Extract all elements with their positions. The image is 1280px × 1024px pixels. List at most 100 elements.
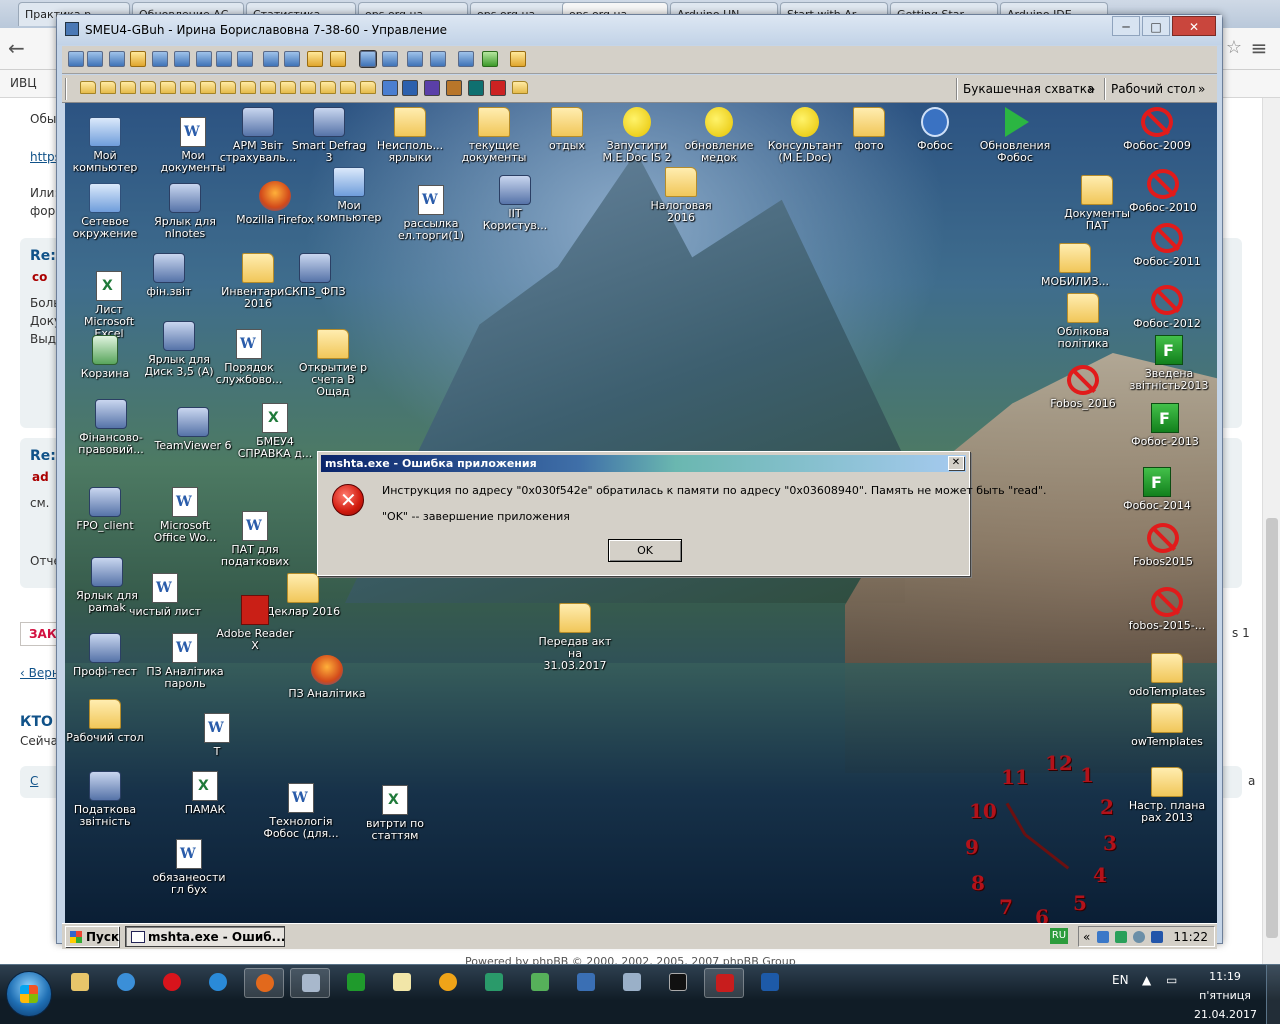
chat-icon[interactable]: [174, 51, 190, 67]
maximize-button[interactable]: □: [1142, 16, 1170, 36]
desktop-icon[interactable]: Передав акт на 31.03.2017: [535, 603, 615, 672]
lock-icon[interactable]: [307, 51, 323, 67]
error-dialog-titlebar[interactable]: mshta.exe - Ошибка приложения ✕: [321, 455, 966, 472]
app-icon-2[interactable]: [402, 80, 418, 96]
taskbar-cmd[interactable]: [658, 968, 698, 998]
desktop-icon[interactable]: Порядок службово...: [209, 329, 289, 386]
console-icon[interactable]: [109, 51, 125, 67]
desktop-icon[interactable]: owTemplates: [1127, 703, 1207, 748]
desktop-icon[interactable]: TeamViewer 6: [153, 407, 233, 452]
desktop-icon[interactable]: Ярлык для Диск 3,5 (A): [139, 321, 219, 378]
folder-icon[interactable]: [120, 81, 136, 94]
bookmark-ivc[interactable]: ИВЦ: [10, 76, 37, 90]
page-scroll-thumb[interactable]: [1266, 518, 1278, 938]
power-icon[interactable]: [130, 51, 146, 67]
taskbar-chat[interactable]: [520, 968, 560, 998]
desktop-icon[interactable]: Фобос-2012: [1127, 285, 1207, 330]
desktop-icon[interactable]: Облікова політика: [1043, 293, 1123, 350]
desktop-icon[interactable]: ПАТ для податкових: [215, 511, 295, 568]
desktop-icon[interactable]: Зведена звітність2013: [1129, 335, 1209, 392]
desktop-icon[interactable]: Ярлык для nlnotes: [145, 183, 225, 240]
folder-icon[interactable]: [140, 81, 156, 94]
folder-icon[interactable]: [280, 81, 296, 94]
taskbar-chrome[interactable]: [106, 968, 146, 998]
star-icon[interactable]: ☆: [1226, 37, 1242, 58]
desktop-icon[interactable]: чистый лист: [125, 573, 205, 618]
show-desktop-button[interactable]: [1266, 965, 1280, 1024]
ok-button[interactable]: OK: [608, 539, 682, 562]
folder-icon[interactable]: [260, 81, 276, 94]
language-indicator[interactable]: RU: [1050, 928, 1068, 944]
desktop-icon[interactable]: Обновления Фобос: [975, 107, 1055, 164]
taskbar-app-eye[interactable]: [474, 968, 514, 998]
folder-icon[interactable]: [340, 81, 356, 94]
desktop-icon[interactable]: Microsoft Office Wo...: [145, 487, 225, 544]
app-icon-1[interactable]: [382, 80, 398, 96]
desktop-icon[interactable]: Профі-тест: [65, 633, 145, 678]
window-icon[interactable]: [87, 51, 103, 67]
folder-icon[interactable]: [240, 81, 256, 94]
download-icon[interactable]: [284, 51, 300, 67]
desktop-icon[interactable]: Податкова звітність: [65, 771, 145, 828]
desktop-icon[interactable]: Фобос-2011: [1127, 223, 1207, 268]
desktop-icon[interactable]: рассылка ел.торги(1): [391, 185, 471, 242]
desktop-icon[interactable]: Fobos2015: [1123, 523, 1203, 568]
desktop-icon[interactable]: odoTemplates: [1127, 653, 1207, 698]
key-icon[interactable]: [330, 51, 346, 67]
taskbar-app-blue[interactable]: [566, 968, 606, 998]
display-icon[interactable]: [430, 51, 446, 67]
scale-icon[interactable]: [382, 51, 398, 67]
desktop-icon[interactable]: Adobe Reader X: [215, 595, 295, 652]
folder-icon[interactable]: [360, 81, 376, 94]
folder-icon[interactable]: [220, 81, 236, 94]
error-dialog-close-button[interactable]: ✕: [948, 456, 964, 470]
taskbar-explorer[interactable]: [60, 968, 100, 998]
desktop-icon[interactable]: Smart Defrag 3: [289, 107, 369, 164]
taskbar-settings[interactable]: [612, 968, 652, 998]
desktop-icon[interactable]: fobos-2015-...: [1127, 587, 1207, 632]
remote-start-button[interactable]: Пуск: [65, 926, 119, 947]
desktop-icon[interactable]: Открытие р счета В Ощад: [293, 329, 373, 398]
back-arrow-icon[interactable]: ←: [8, 36, 34, 62]
page-scrollbar[interactable]: [1262, 98, 1280, 964]
taskbar-notes[interactable]: [382, 968, 422, 998]
tray-expand-arrow[interactable]: ▲: [1142, 973, 1151, 987]
desktop-icon[interactable]: Фобос-2014: [1117, 467, 1197, 512]
app-icon-3[interactable]: [446, 80, 462, 96]
view-icon[interactable]: [407, 51, 423, 67]
desktop-icon[interactable]: Фобос-2009: [1117, 107, 1197, 152]
desktop-icon[interactable]: БМЕУ4 СПРАВКА д...: [235, 403, 315, 460]
desktop-icon[interactable]: МОБИЛИЗ...: [1035, 243, 1115, 288]
folder-icon[interactable]: [180, 81, 196, 94]
hamburger-menu-icon[interactable]: ≡: [1246, 36, 1272, 62]
taskbar-remote-admin[interactable]: [290, 968, 330, 998]
folder-icon[interactable]: [300, 81, 316, 94]
folder-icon[interactable]: [512, 81, 528, 94]
desktop-icon[interactable]: Mozilla Firefox: [235, 181, 315, 226]
desktop-icon[interactable]: Т: [177, 713, 257, 758]
phone-icon[interactable]: [196, 51, 212, 67]
transfer-icon[interactable]: [152, 51, 168, 67]
desktop-icon[interactable]: ПАМАК: [165, 771, 245, 816]
disconnect-icon[interactable]: [510, 51, 526, 67]
desktop-icon[interactable]: фін.звіт: [129, 253, 209, 298]
desktop-icon[interactable]: обновление медок: [679, 107, 759, 164]
desktop-icon[interactable]: Налоговая 2016: [641, 167, 721, 224]
app-icon-4[interactable]: [468, 80, 484, 96]
desktop-icon[interactable]: Фінансово-правовий...: [71, 399, 151, 456]
language-switch[interactable]: EN: [1112, 973, 1129, 987]
copy-icon[interactable]: [458, 51, 474, 67]
desktop-icon[interactable]: Сетевое окружение: [65, 183, 145, 240]
taskbar-ie[interactable]: [198, 968, 238, 998]
desktop-icon[interactable]: Запустити M.E.Doc IS 2: [597, 107, 677, 164]
desktop-icon[interactable]: FPO_client: [65, 487, 145, 532]
desktop-icon[interactable]: ІІТ Користув...: [475, 175, 555, 232]
network-icon[interactable]: ▭: [1166, 973, 1177, 987]
tray-expand-arrow[interactable]: «: [1083, 930, 1090, 944]
desktop-icon[interactable]: Фобос: [895, 107, 975, 152]
desktop-icon[interactable]: Fobos_2016: [1043, 365, 1123, 410]
desktop-icon[interactable]: текущие документы: [454, 107, 534, 164]
forum-text-fragment[interactable]: ‹ Верн: [20, 666, 60, 680]
desktop-icon[interactable]: отдых: [527, 107, 607, 152]
system-clock[interactable]: 11:19 п'ятниця 21.04.2017: [1194, 967, 1257, 1024]
